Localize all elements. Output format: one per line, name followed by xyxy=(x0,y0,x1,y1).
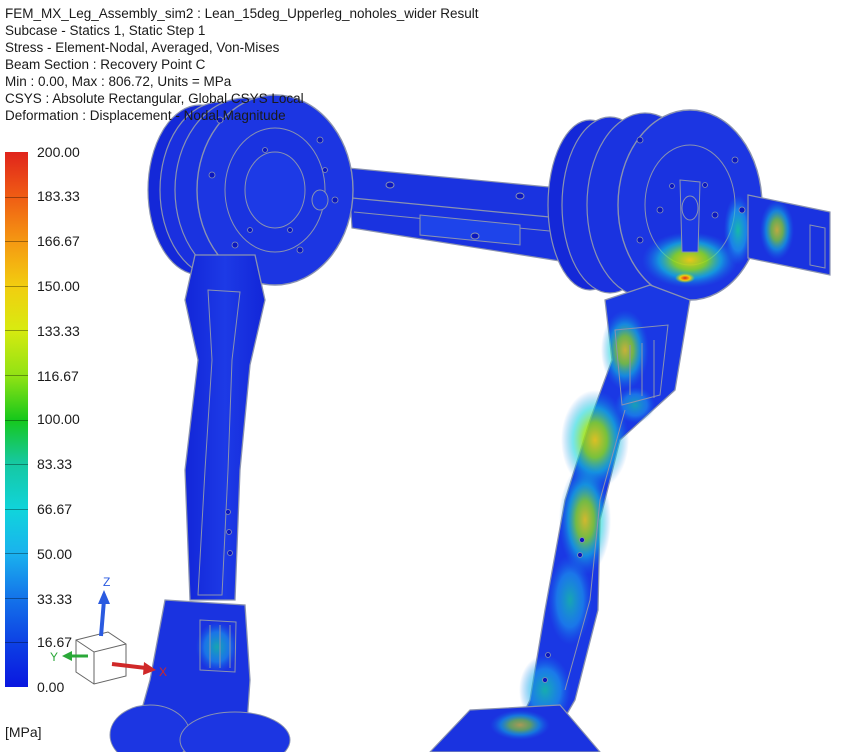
legend-tick xyxy=(5,330,28,331)
legend-tick xyxy=(5,241,28,242)
legend-label: 66.67 xyxy=(37,501,73,517)
legend-label: 0.00 xyxy=(37,679,65,695)
stress-type-line: Stress - Element-Nodal, Averaged, Von-Mi… xyxy=(5,40,280,55)
z-axis-label: Z xyxy=(103,575,110,589)
result-title: FEM_MX_Leg_Assembly_sim2 : Lean_15deg_Up… xyxy=(5,6,479,21)
legend-units: [MPa] xyxy=(5,724,42,740)
legend-label: 116.67 xyxy=(37,368,79,384)
legend-label: 83.33 xyxy=(37,456,73,472)
top-link-beam[interactable] xyxy=(347,167,567,263)
legend-label: 16.67 xyxy=(37,634,73,650)
legend-tick xyxy=(5,553,28,554)
legend-label: 150.00 xyxy=(37,278,80,294)
y-axis-label: Y xyxy=(50,650,58,664)
legend-label: 166.67 xyxy=(37,233,80,249)
deformation-line: Deformation : Displacement - Nodal Magni… xyxy=(5,108,286,123)
min-max-line: Min : 0.00, Max : 806.72, Units = MPa xyxy=(5,74,232,89)
csys-line: CSYS : Absolute Rectangular, Global CSYS… xyxy=(5,91,304,106)
right-leg-link[interactable] xyxy=(502,284,691,752)
right-hip-joint[interactable] xyxy=(547,109,763,301)
legend-tick xyxy=(5,598,28,599)
legend-tick xyxy=(5,286,28,287)
legend-tick xyxy=(5,197,28,198)
legend-label: 33.33 xyxy=(37,591,73,607)
legend-tick xyxy=(5,464,28,465)
legend-label: 133.33 xyxy=(37,323,80,339)
z-axis-arrow xyxy=(98,590,110,637)
legend-tick xyxy=(5,642,28,643)
beam-section-line: Beam Section : Recovery Point C xyxy=(5,57,206,72)
subcase-line: Subcase - Statics 1, Static Step 1 xyxy=(5,23,206,38)
x-axis-label: X xyxy=(159,665,167,679)
right-side-strap[interactable] xyxy=(747,194,831,276)
legend-tick xyxy=(5,375,28,376)
legend-label: 100.00 xyxy=(37,411,80,427)
legend-tick xyxy=(5,509,28,510)
left-knee-bracket[interactable] xyxy=(109,599,291,752)
right-knee-bracket[interactable] xyxy=(429,704,601,752)
left-leg-link[interactable] xyxy=(184,254,266,601)
legend-tick xyxy=(5,420,28,421)
legend-label: 200.00 xyxy=(37,144,80,160)
legend-label: 50.00 xyxy=(37,546,73,562)
legend-label: 183.33 xyxy=(37,188,80,204)
